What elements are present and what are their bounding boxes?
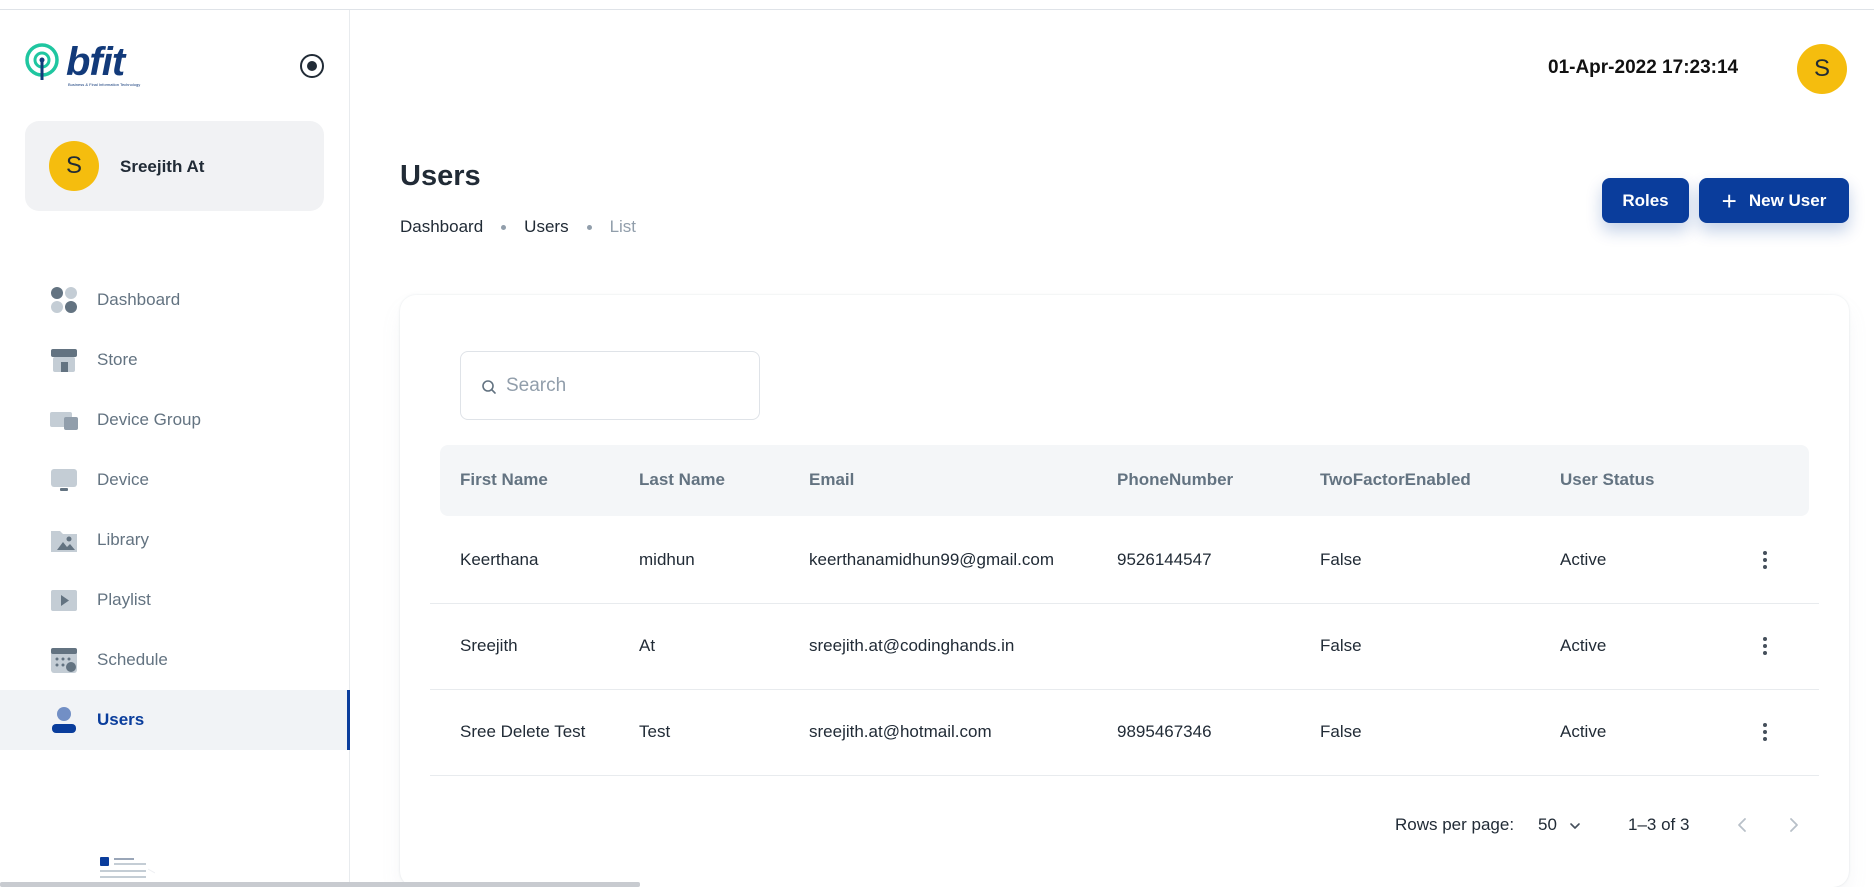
sidebar-item-label: Device Group (97, 410, 201, 429)
sidebar-item-label: Users (97, 710, 145, 729)
cell-user-status: Active (1560, 722, 1607, 741)
logo-mark-icon (25, 43, 59, 80)
sidebar-item-label: Device (97, 470, 149, 489)
sidebar-item-schedule[interactable]: Schedule (0, 630, 350, 690)
cell-last-name: Test (639, 722, 671, 741)
column-header-user-status[interactable]: User Status (1560, 470, 1654, 490)
breadcrumb-separator (501, 224, 507, 230)
rows-per-page-label: Rows per page: (1395, 815, 1515, 834)
roles-button[interactable]: Roles (1602, 178, 1689, 223)
chevron-left-icon[interactable] (1730, 812, 1756, 838)
sidebar-item-store[interactable]: Store (0, 330, 350, 390)
breadcrumb-users[interactable]: Users (524, 217, 568, 237)
logo-subtitle: Business & Final Information Technology (68, 82, 141, 87)
cell-user-status: Active (1560, 550, 1607, 569)
sidebar-item-library[interactable]: Library (0, 510, 350, 570)
dashboard-icon (51, 287, 77, 313)
chevron-down-icon (1570, 823, 1580, 829)
row-more-menu-icon[interactable] (1751, 718, 1779, 746)
header-datetime: 01-Apr-2022 17:23:14 (1548, 57, 1739, 78)
table-pagination: Rows per page: 50 1–3 of 3 (400, 805, 1849, 845)
new-user-button[interactable]: + New User (1699, 178, 1849, 223)
cell-phone-number: 9895467346 (1117, 722, 1212, 741)
sidebar-item-label: Playlist (97, 590, 151, 609)
table-row[interactable]: Keerthana midhun keerthanamidhun99@gmail… (430, 518, 1819, 604)
sidebar-item-label: Schedule (97, 650, 168, 669)
row-more-menu-icon[interactable] (1751, 632, 1779, 660)
cell-first-name: Keerthana (460, 550, 539, 569)
rows-per-page-select[interactable]: 50 (1538, 811, 1588, 839)
breadcrumb-dashboard[interactable]: Dashboard (400, 217, 483, 237)
play-icon (51, 590, 77, 611)
sidebar-item-label: Library (97, 530, 149, 549)
breadcrumb-list: List (609, 217, 637, 236)
header-avatar[interactable]: S (1797, 44, 1847, 94)
sidebar-item-label: Store (97, 350, 138, 369)
user-icon (52, 707, 76, 733)
table-header: First Name Last Name Email PhoneNumber T… (440, 445, 1809, 516)
cell-first-name: Sreejith (460, 636, 518, 655)
new-user-button-label: New User (1748, 190, 1827, 210)
device-group-icon (50, 412, 78, 430)
roles-button-label: Roles (1622, 190, 1669, 210)
sidebar-collapse-toggle[interactable] (300, 54, 324, 78)
cell-last-name: midhun (639, 550, 695, 569)
sidebar-nav: Dashboard Store Device Group Device Libr… (0, 270, 350, 750)
store-icon (51, 349, 77, 372)
row-more-menu-icon[interactable] (1751, 546, 1779, 574)
table-row[interactable]: Sreejith At sreejith.at@codinghands.in F… (430, 604, 1819, 690)
breadcrumb: Dashboard Users List (400, 217, 636, 237)
cell-phone-number: 9526144547 (1117, 550, 1212, 569)
calendar-icon (51, 648, 77, 673)
page-title: Users (400, 160, 481, 192)
cell-email: keerthanamidhun99@gmail.com (809, 550, 1054, 569)
column-header-email[interactable]: Email (809, 470, 854, 490)
account-name: Sreejith At (120, 157, 205, 176)
chevron-right-icon[interactable] (1780, 812, 1806, 838)
search-input[interactable] (506, 370, 746, 402)
cell-email: sreejith.at@codinghands.in (809, 636, 1015, 655)
cell-email: sreejith.at@hotmail.com (809, 722, 992, 741)
sidebar-item-dashboard[interactable]: Dashboard (0, 270, 350, 330)
avatar: S (49, 141, 99, 191)
cell-last-name: At (639, 636, 656, 655)
sidebar-item-label: Dashboard (97, 290, 181, 309)
plus-icon: + (1721, 185, 1737, 216)
sidebar-item-device-group[interactable]: Device Group (0, 390, 350, 450)
horizontal-scrollbar[interactable] (0, 882, 640, 887)
pagination-range: 1–3 of 3 (1628, 815, 1690, 834)
sidebar-item-device[interactable]: Device (0, 450, 350, 510)
column-header-last-name[interactable]: Last Name (639, 470, 725, 490)
cell-two-factor: False (1320, 550, 1362, 569)
search-box[interactable] (460, 351, 760, 420)
column-header-two-factor[interactable]: TwoFactorEnabled (1320, 470, 1471, 490)
sidebar-item-playlist[interactable]: Playlist (0, 570, 350, 630)
breadcrumb-separator (586, 224, 592, 230)
sidebar: bfit Business & Final Information Techno… (0, 10, 350, 887)
cell-user-status: Active (1560, 636, 1607, 655)
users-card: First Name Last Name Email PhoneNumber T… (400, 295, 1849, 887)
table-row[interactable]: Sree Delete Test Test sreejith.at@hotmai… (430, 690, 1819, 776)
search-icon (482, 380, 496, 394)
folder-image-icon (51, 531, 77, 552)
cell-two-factor: False (1320, 722, 1362, 741)
cell-two-factor: False (1320, 636, 1362, 655)
bfit-logo[interactable]: bfit Business & Final Information Techno… (24, 40, 148, 96)
rows-per-page-value: 50 (1538, 815, 1557, 834)
column-header-phone-number[interactable]: PhoneNumber (1117, 470, 1233, 490)
sidebar-item-users[interactable]: Users (0, 690, 350, 750)
logo-text: bfit (66, 40, 125, 84)
account-card[interactable]: S Sreejith At (25, 121, 324, 211)
cell-first-name: Sree Delete Test (460, 722, 586, 741)
monitor-icon (51, 469, 77, 491)
column-header-first-name[interactable]: First Name (460, 470, 548, 490)
